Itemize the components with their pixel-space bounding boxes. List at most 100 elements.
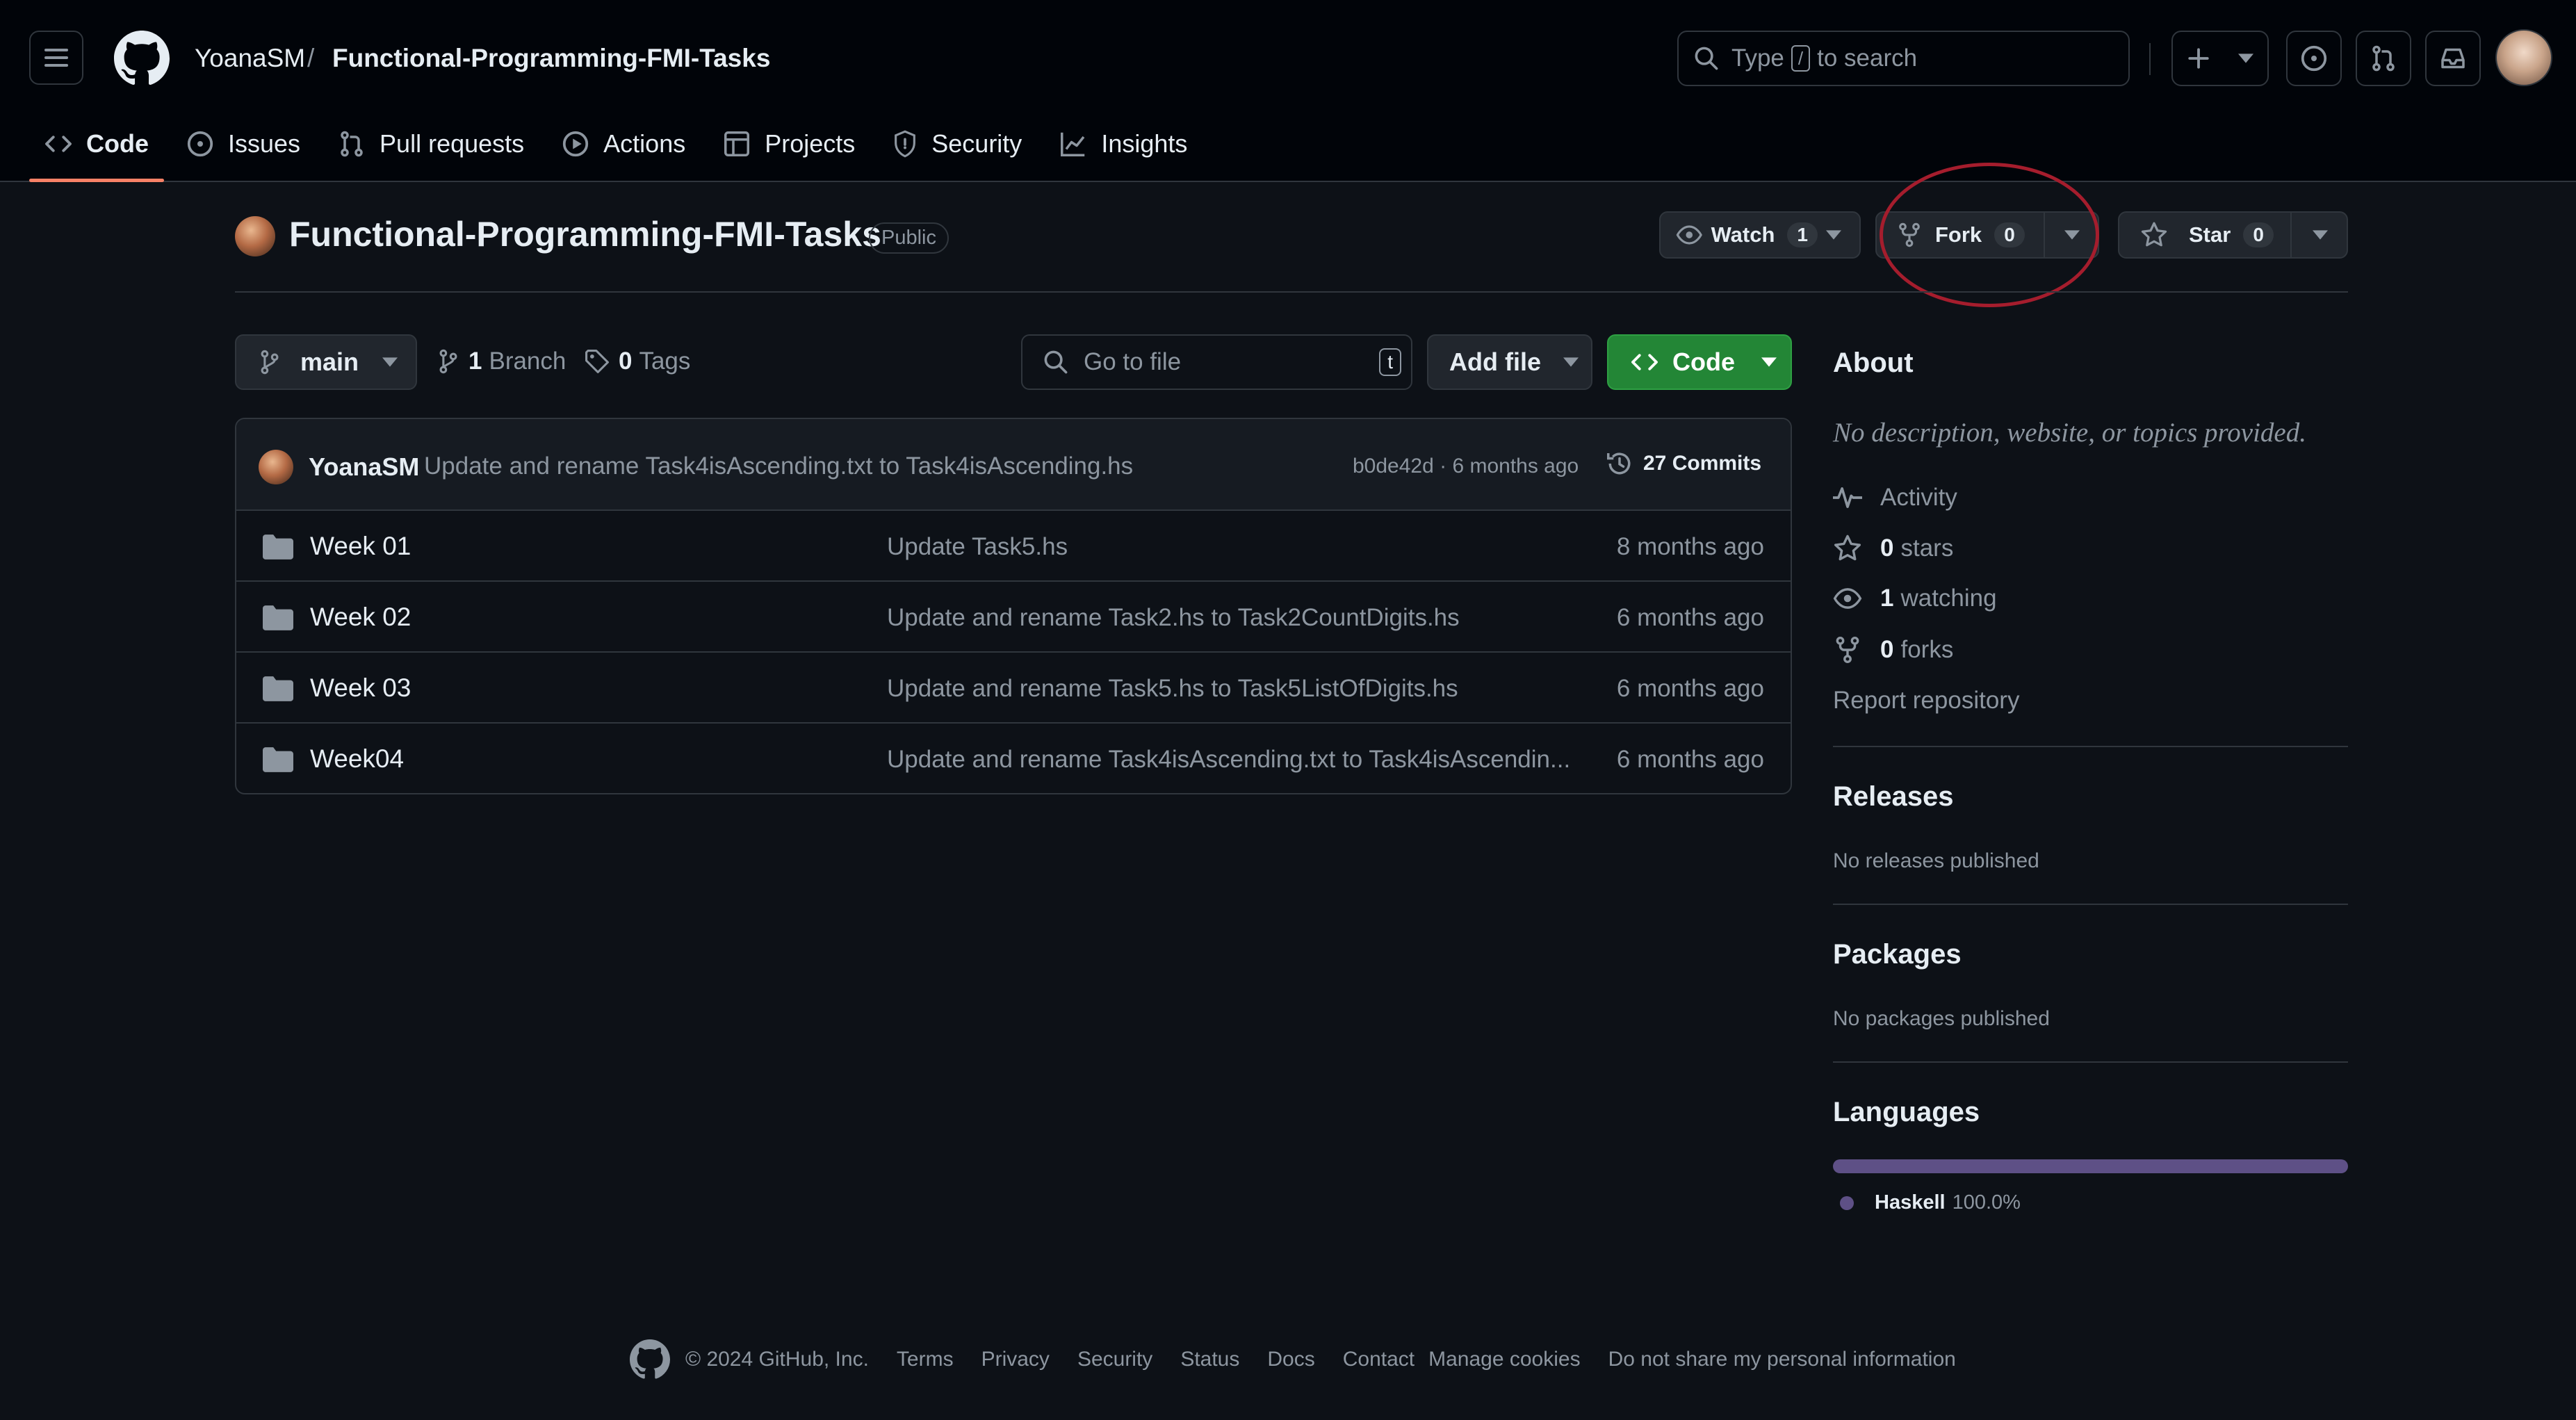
file-age: 6 months ago: [1616, 675, 1764, 702]
chevron-down-icon[interactable]: [2064, 230, 2080, 240]
stars-link[interactable]: 0 stars: [1833, 534, 1953, 563]
commit-author[interactable]: YoanaSM: [309, 452, 419, 482]
branch-count: 1: [468, 348, 482, 375]
user-avatar[interactable]: [2495, 29, 2552, 86]
footer-link-docs[interactable]: Docs: [1267, 1348, 1314, 1371]
file-commit-message[interactable]: Update and rename Task5.hs to Task5ListO…: [887, 675, 1458, 703]
tab-issues-label: Issues: [228, 129, 301, 158]
activity-link[interactable]: Activity: [1833, 484, 1957, 512]
footer-link-terms[interactable]: Terms: [897, 1348, 954, 1371]
file-age: 6 months ago: [1616, 746, 1764, 773]
breadcrumb-separator: /: [307, 44, 315, 72]
languages-heading: Languages: [1833, 1097, 1980, 1127]
footer-link-do-not-share[interactable]: Do not share my personal information: [1608, 1348, 1956, 1371]
chevron-down-icon[interactable]: [2313, 230, 2328, 240]
graph-icon: [1061, 132, 1085, 156]
stars-count: 0: [1880, 534, 1894, 562]
code-icon: [45, 136, 72, 152]
footer-link-status[interactable]: Status: [1180, 1348, 1239, 1371]
file-name[interactable]: Week 02: [310, 603, 411, 632]
star-button[interactable]: Star 0: [2118, 211, 2348, 259]
star-icon: [1834, 534, 1861, 561]
tags-link[interactable]: 0 Tags: [584, 348, 690, 375]
file-commit-message[interactable]: Update and rename Task4isAscending.txt t…: [887, 746, 1570, 774]
file-row[interactable]: Week 01 Update Task5.hs 8 months ago: [236, 511, 1791, 582]
packages-heading[interactable]: Packages: [1833, 939, 1962, 970]
file-name[interactable]: Week04: [310, 744, 404, 774]
fork-icon: [1899, 222, 1920, 247]
eye-icon: [1833, 588, 1862, 609]
language-bar-haskell: [1833, 1159, 2348, 1173]
footer-link-contact[interactable]: Contact: [1343, 1348, 1415, 1371]
file-name[interactable]: Week 03: [310, 674, 411, 703]
sidebar-divider: [1833, 904, 2348, 905]
sidebar-divider: [1833, 746, 2348, 747]
file-name[interactable]: Week 01: [310, 532, 411, 561]
go-to-file-input[interactable]: Go to file t: [1021, 334, 1412, 390]
footer-link-privacy[interactable]: Privacy: [981, 1348, 1050, 1371]
footer-link-security[interactable]: Security: [1077, 1348, 1152, 1371]
commit-message[interactable]: Update and rename Task4isAscending.txt t…: [424, 452, 1133, 480]
commits-link[interactable]: 27 Commits: [1606, 450, 1761, 478]
forks-link[interactable]: 0 forks: [1833, 635, 1953, 664]
language-name: Haskell: [1875, 1191, 1946, 1214]
inbox-button[interactable]: [2425, 31, 2481, 86]
tab-issues[interactable]: Issues: [171, 122, 316, 165]
breadcrumb-repo[interactable]: Functional-Programming-FMI-Tasks: [332, 43, 770, 74]
table-icon: [724, 131, 750, 156]
breadcrumb-owner[interactable]: YoanaSM: [195, 43, 305, 74]
tab-projects[interactable]: Projects: [708, 122, 870, 165]
file-row[interactable]: Week04 Update and rename Task4isAscendin…: [236, 724, 1791, 793]
language-percent: 100.0%: [1952, 1191, 2021, 1214]
activity-label: Activity: [1880, 484, 1957, 511]
file-commit-message[interactable]: Update and rename Task2.hs to Task2Count…: [887, 604, 1460, 632]
folder-icon: [263, 676, 293, 701]
tab-insights[interactable]: Insights: [1044, 122, 1203, 165]
releases-heading[interactable]: Releases: [1833, 781, 1953, 813]
search-input[interactable]: Type / to search: [1677, 31, 2130, 86]
tab-code[interactable]: Code: [29, 122, 164, 182]
tab-security[interactable]: Security: [877, 122, 1037, 165]
pull-requests-button[interactable]: [2356, 31, 2411, 86]
footer-link-manage-cookies[interactable]: Manage cookies: [1428, 1348, 1580, 1371]
repo-title[interactable]: Functional-Programming-FMI-Tasks: [289, 214, 881, 254]
owner-avatar[interactable]: [235, 216, 275, 256]
pull-request-icon: [2372, 45, 2395, 72]
language-haskell[interactable]: Haskell 100.0%: [1833, 1191, 2021, 1214]
commit-author-avatar[interactable]: [259, 450, 293, 484]
search-placeholder-prefix: Type: [1731, 44, 1784, 72]
github-logo-icon[interactable]: [630, 1339, 670, 1380]
fork-button-divider: [2044, 213, 2045, 257]
tab-code-label: Code: [86, 129, 149, 158]
eye-icon: [1676, 225, 1702, 245]
inbox-icon: [2441, 48, 2465, 69]
issues-button[interactable]: [2286, 31, 2342, 86]
folder-icon: [263, 747, 293, 772]
report-repository-link[interactable]: Report repository: [1833, 687, 2019, 715]
watch-button[interactable]: Watch 1: [1659, 211, 1861, 259]
branches-link[interactable]: 1 Branch: [438, 348, 566, 375]
watching-link[interactable]: 1 watching: [1833, 585, 1997, 612]
fork-label: Fork: [1935, 222, 1982, 247]
commit-meta[interactable]: b0de42d · 6 months ago: [1353, 455, 1579, 478]
file-commit-message[interactable]: Update Task5.hs: [887, 533, 1068, 561]
branch-count-label: Branch: [489, 348, 566, 375]
tab-insights-label: Insights: [1101, 129, 1188, 158]
file-row[interactable]: Week 03 Update and rename Task5.hs to Ta…: [236, 653, 1791, 724]
create-new-button[interactable]: [2171, 31, 2269, 86]
menu-button[interactable]: [29, 31, 83, 85]
branch-selector[interactable]: main: [235, 334, 417, 390]
add-file-label: Add file: [1449, 348, 1541, 376]
tag-count: 0: [619, 348, 633, 375]
tab-pull-requests[interactable]: Pull requests: [323, 122, 539, 165]
code-button[interactable]: Code: [1607, 334, 1792, 390]
star-count: 0: [2243, 222, 2274, 247]
github-logo-icon[interactable]: [114, 31, 170, 86]
fork-button[interactable]: Fork 0: [1875, 211, 2099, 259]
add-file-button[interactable]: Add file: [1427, 334, 1592, 390]
tab-actions[interactable]: Actions: [546, 122, 701, 165]
file-row[interactable]: Week 02 Update and rename Task2.hs to Ta…: [236, 582, 1791, 653]
branch-icon: [439, 349, 457, 374]
file-age: 6 months ago: [1616, 604, 1764, 631]
chevron-down-icon[interactable]: [1826, 230, 1841, 240]
